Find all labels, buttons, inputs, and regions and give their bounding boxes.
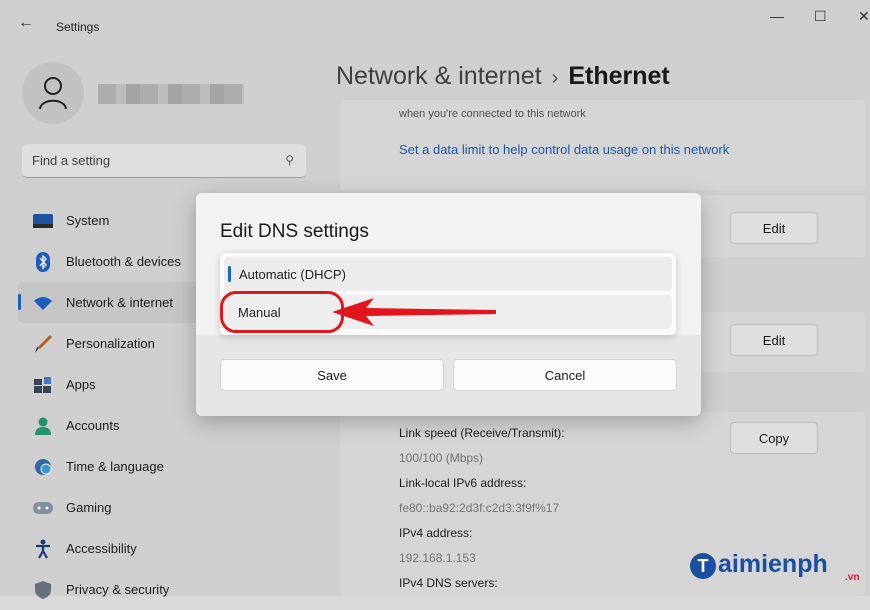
selection-indicator [228, 266, 231, 282]
cancel-button[interactable]: Cancel [453, 359, 677, 391]
option-automatic-dhcp[interactable]: Automatic (DHCP) [224, 257, 672, 291]
watermark-logo: T [690, 553, 716, 579]
settings-window: ← Settings — ☐ ✕ ⚲ System Bluetooth & de… [0, 0, 870, 599]
highlight-circle [220, 291, 344, 333]
save-button[interactable]: Save [220, 359, 444, 391]
dialog-title: Edit DNS settings [220, 221, 369, 242]
watermark: Taimienph .vn [690, 550, 859, 583]
watermark-suffix: .vn [845, 572, 860, 583]
option-label: Automatic (DHCP) [239, 266, 346, 282]
watermark-text: aimienph [718, 550, 828, 578]
red-arrow-icon [332, 298, 496, 326]
